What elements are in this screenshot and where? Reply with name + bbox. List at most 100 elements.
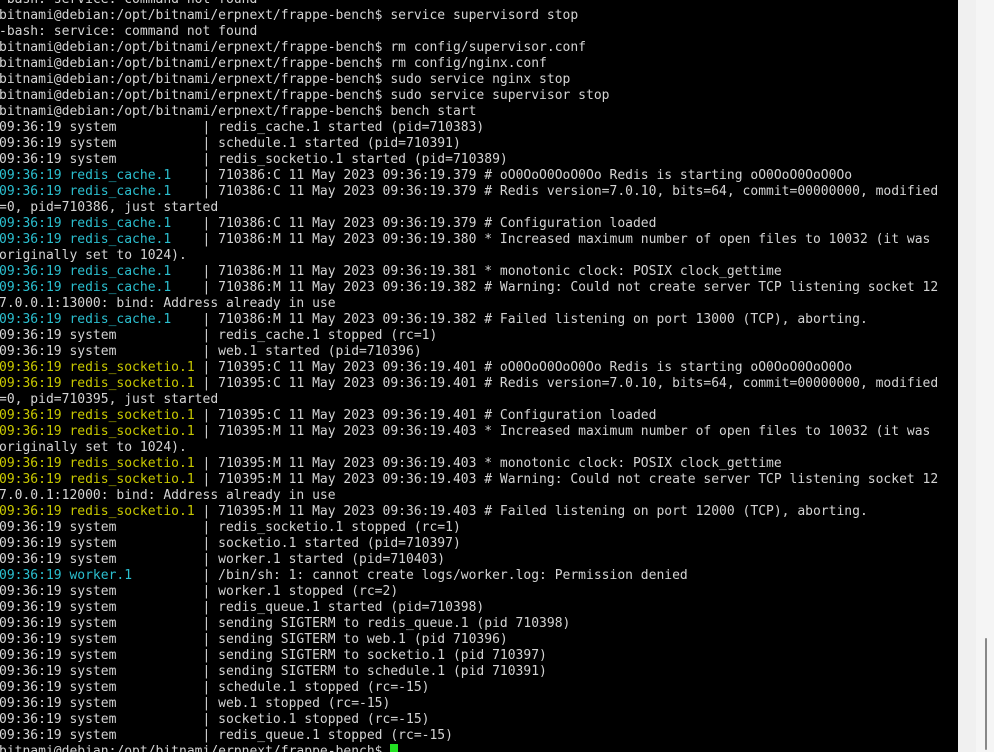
terminal-line: 09:36:19 redis_cache.1 | 710386:C 11 May…: [0, 184, 938, 200]
line-text: -bash: service: command not found: [0, 0, 257, 7]
terminal-line: 09:36:19 redis_socketio.1 | 710395:M 11 …: [0, 456, 938, 472]
line-text: 09:36:19 system | worker.1 started (pid=…: [0, 552, 446, 567]
terminal-line: 09:36:19 redis_socketio.1 | 710395:C 11 …: [0, 376, 938, 392]
line-text: 09:36:19 system | schedule.1 stopped (rc…: [0, 680, 430, 695]
process-name-label: 09:36:19 redis_socketio.1: [0, 360, 203, 375]
line-text: originally set to 1024).: [0, 440, 187, 455]
line-text: 09:36:19 system | redis_cache.1 stopped …: [0, 328, 438, 343]
line-text: 09:36:19 system | redis_socketio.1 start…: [0, 152, 508, 167]
process-name-label: 09:36:19 redis_socketio.1: [0, 424, 203, 439]
line-text: 09:36:19 system | redis_socketio.1 stopp…: [0, 520, 461, 535]
line-text: 09:36:19 system | redis_cache.1 started …: [0, 120, 485, 135]
terminal-line: 09:36:19 redis_cache.1 | 710386:C 11 May…: [0, 168, 938, 184]
line-text: | 710395:M 11 May 2023 09:36:19.403 * In…: [202, 424, 931, 439]
terminal-line: 7.0.0.1:12000: bind: Address already in …: [0, 488, 938, 504]
terminal-line: 09:36:19 redis_cache.1 | 710386:M 11 May…: [0, 280, 938, 296]
line-text: 09:36:19 system | sending SIGTERM to web…: [0, 632, 508, 647]
process-name-label: 09:36:19 redis_cache.1: [0, 216, 203, 231]
terminal-line: bitnami@debian:/opt/bitnami/erpnext/frap…: [0, 56, 938, 72]
line-text: 7.0.0.1:13000: bind: Address already in …: [0, 296, 336, 311]
line-text: | 710395:C 11 May 2023 09:36:19.401 # oO…: [202, 360, 853, 375]
line-text: | 710386:C 11 May 2023 09:36:19.379 # Co…: [202, 216, 657, 231]
line-text: 09:36:19 system | socketio.1 stopped (rc…: [0, 712, 430, 727]
line-text: | 710395:M 11 May 2023 09:36:19.403 * mo…: [202, 456, 782, 471]
line-text: | 710386:C 11 May 2023 09:36:19.379 # oO…: [202, 168, 853, 183]
terminal-line: 09:36:19 system | sending SIGTERM to sch…: [0, 664, 938, 680]
terminal-line: =0, pid=710395, just started: [0, 392, 938, 408]
line-text: -bash: service: command not found: [0, 24, 258, 39]
line-text: | 710395:M 11 May 2023 09:36:19.403 # Wa…: [202, 472, 939, 487]
line-text: bitnami@debian:/opt/bitnami/erpnext/frap…: [0, 40, 586, 55]
line-text: bitnami@debian:/opt/bitnami/erpnext/frap…: [0, 8, 579, 23]
line-text: | 710395:M 11 May 2023 09:36:19.403 # Fa…: [202, 504, 868, 519]
process-name-label: 09:36:19 redis_cache.1: [0, 280, 203, 295]
line-text: originally set to 1024).: [0, 248, 187, 263]
terminal-line: 09:36:19 system | redis_socketio.1 start…: [0, 152, 938, 168]
terminal-line: 09:36:19 system | redis_cache.1 started …: [0, 120, 938, 136]
process-name-label: 09:36:19 redis_cache.1: [0, 232, 203, 247]
terminal-line: 09:36:19 redis_socketio.1 | 710395:C 11 …: [0, 408, 938, 424]
terminal-line: 09:36:19 system | redis_queue.1 stopped …: [0, 728, 938, 744]
line-text: 09:36:19 system | web.1 started (pid=710…: [0, 344, 422, 359]
line-text: =0, pid=710395, just started: [0, 392, 219, 407]
terminal-line: bitnami@debian:/opt/bitnami/erpnext/frap…: [0, 40, 938, 56]
process-name-label: 09:36:19 redis_socketio.1: [0, 456, 203, 471]
terminal-line: 09:36:19 system | redis_queue.1 started …: [0, 600, 938, 616]
scrollbar-track[interactable]: [976, 0, 994, 752]
process-name-label: 09:36:19 redis_socketio.1: [0, 376, 203, 391]
terminal-line: 09:36:19 redis_cache.1 | 710386:M 11 May…: [0, 312, 938, 328]
line-text: 7.0.0.1:12000: bind: Address already in …: [0, 488, 336, 503]
line-text: 09:36:19 system | worker.1 stopped (rc=2…: [0, 584, 399, 599]
terminal-line: originally set to 1024).: [0, 248, 938, 264]
process-name-label: 09:36:19 worker.1: [0, 568, 203, 583]
terminal-line: 09:36:19 system | redis_cache.1 stopped …: [0, 328, 938, 344]
terminal-line: bitnami@debian:/opt/bitnami/erpnext/frap…: [0, 72, 938, 88]
line-text: 09:36:19 system | sending SIGTERM to sch…: [0, 664, 547, 679]
line-text: | 710386:C 11 May 2023 09:36:19.379 # Re…: [202, 184, 939, 199]
line-text: | 710386:M 11 May 2023 09:36:19.382 # Wa…: [202, 280, 939, 295]
line-text: 09:36:19 system | web.1 stopped (rc=-15): [0, 696, 391, 711]
terminal-line: 09:36:19 system | socketio.1 started (pi…: [0, 536, 938, 552]
terminal-line: 7.0.0.1:13000: bind: Address already in …: [0, 296, 938, 312]
line-text: | 710395:C 11 May 2023 09:36:19.401 # Co…: [202, 408, 657, 423]
text-cursor: [390, 744, 399, 752]
process-name-label: 09:36:19 redis_cache.1: [0, 312, 203, 327]
scrollbar-thumb[interactable]: [985, 638, 987, 750]
prompt-line[interactable]: bitnami@debian:/opt/bitnami/erpnext/frap…: [0, 744, 938, 752]
terminal-line: 09:36:19 redis_socketio.1 | 710395:M 11 …: [0, 472, 938, 488]
line-text: 09:36:19 system | redis_queue.1 stopped …: [0, 728, 453, 743]
terminal-line: -bash: service: command not found: [0, 0, 938, 8]
terminal-line: 09:36:19 system | redis_socketio.1 stopp…: [0, 520, 938, 536]
line-text: | 710386:M 11 May 2023 09:36:19.382 # Fa…: [202, 312, 868, 327]
line-text: bitnami@debian:/opt/bitnami/erpnext/frap…: [0, 72, 571, 87]
terminal-line: 09:36:19 redis_cache.1 | 710386:M 11 May…: [0, 264, 938, 280]
line-text: 09:36:19 system | sending SIGTERM to red…: [0, 616, 571, 631]
terminal-line: 09:36:19 system | worker.1 stopped (rc=2…: [0, 584, 938, 600]
line-text: | 710386:M 11 May 2023 09:36:19.381 * mo…: [202, 264, 782, 279]
terminal-line: 09:36:19 worker.1 | /bin/sh: 1: cannot c…: [0, 568, 938, 584]
line-text: | 710386:M 11 May 2023 09:36:19.380 * In…: [202, 232, 931, 247]
line-text: | 710395:C 11 May 2023 09:36:19.401 # Re…: [202, 376, 939, 391]
line-text: 09:36:19 system | schedule.1 started (pi…: [0, 136, 461, 151]
terminal-window[interactable]: -bash: service: command not foundbitnami…: [0, 0, 958, 752]
line-text: bitnami@debian:/opt/bitnami/erpnext/frap…: [0, 56, 547, 71]
terminal-line: 09:36:19 system | schedule.1 started (pi…: [0, 136, 938, 152]
terminal-line: 09:36:19 system | schedule.1 stopped (rc…: [0, 680, 938, 696]
process-name-label: 09:36:19 redis_socketio.1: [0, 504, 203, 519]
terminal-line: 09:36:19 redis_cache.1 | 710386:C 11 May…: [0, 216, 938, 232]
terminal-line: 09:36:19 redis_socketio.1 | 710395:M 11 …: [0, 504, 938, 520]
terminal-line: -bash: service: command not found: [0, 24, 938, 40]
line-text: bitnami@debian:/opt/bitnami/erpnext/frap…: [0, 88, 610, 103]
terminal-line: 09:36:19 system | sending SIGTERM to web…: [0, 632, 938, 648]
line-text: 09:36:19 system | redis_queue.1 started …: [0, 600, 485, 615]
terminal-line: 09:36:19 system | socketio.1 stopped (rc…: [0, 712, 938, 728]
scrollbar[interactable]: [958, 0, 994, 752]
process-name-label: 09:36:19 redis_cache.1: [0, 264, 203, 279]
terminal-line: bitnami@debian:/opt/bitnami/erpnext/frap…: [0, 104, 938, 120]
line-text: 09:36:19 system | socketio.1 started (pi…: [0, 536, 461, 551]
process-name-label: 09:36:19 redis_cache.1: [0, 168, 203, 183]
terminal-line: 09:36:19 system | web.1 stopped (rc=-15): [0, 696, 938, 712]
terminal-line: =0, pid=710386, just started: [0, 200, 938, 216]
shell-prompt: bitnami@debian:/opt/bitnami/erpnext/frap…: [0, 744, 391, 752]
terminal-line: 09:36:19 system | sending SIGTERM to red…: [0, 616, 938, 632]
